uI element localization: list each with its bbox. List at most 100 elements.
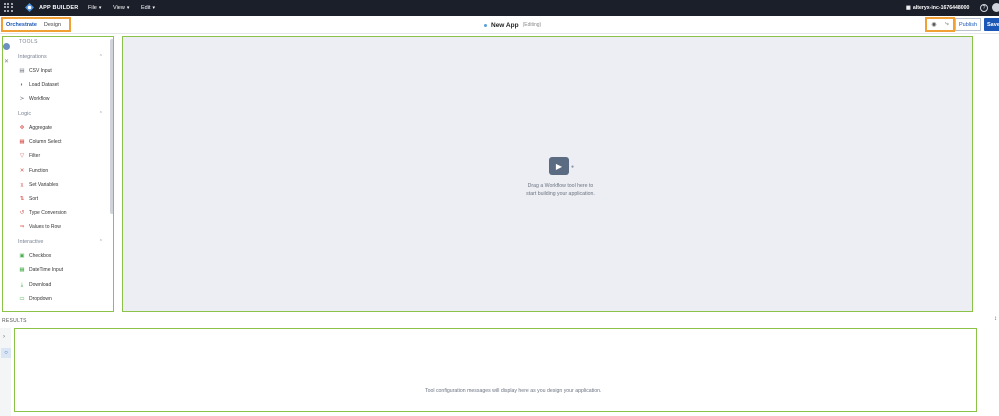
tab-design[interactable]: Design: [44, 22, 61, 28]
editor-header: Orchestrate Design New App (Editing) ◉ ⤷…: [0, 16, 999, 34]
tool-csv-input[interactable]: ▤ CSV Input: [19, 68, 52, 74]
workflow-icon: ≻: [19, 96, 25, 102]
values-to-row-icon: ⇒: [19, 224, 25, 230]
save-button[interactable]: Save: [984, 18, 999, 31]
tool-label: Function: [29, 168, 49, 174]
chevron-down-icon: ▾: [98, 4, 102, 11]
tool-label: Column Select: [29, 139, 62, 145]
workflow-canvas[interactable]: ▶ ● Drag a Workflow tool here to start b…: [122, 36, 973, 312]
workflow-badge-icon: ●: [571, 164, 575, 170]
collapse-results-icon[interactable]: ↕: [994, 316, 997, 322]
share-icon[interactable]: ⤷: [945, 21, 948, 28]
results-message: Tool configuration messages will display…: [425, 388, 602, 394]
type-conversion-icon: ↺: [19, 210, 25, 216]
datetime-input-icon: ▦: [19, 267, 25, 273]
org-grid-icon: ▦: [906, 5, 911, 11]
tool-load-dataset[interactable]: ◐ Load Dataset: [19, 82, 59, 88]
csv-input-icon: ▤: [19, 68, 25, 74]
function-icon: ✕: [19, 168, 25, 174]
top-navigation-bar: APP BUILDER File ▾ View ▾ Edit ▾ ▦ alter…: [0, 0, 999, 16]
download-icon: ⤓: [20, 282, 24, 288]
sort-icon: ⇅: [19, 196, 25, 202]
tool-label: Checkbox: [29, 253, 52, 259]
app-title[interactable]: New App: [491, 22, 519, 29]
app-status-dot-icon: [484, 23, 487, 27]
menu-edit-label: Edit: [141, 4, 151, 11]
app-switcher-grid-icon[interactable]: [4, 3, 13, 12]
results-panel: Tool configuration messages will display…: [14, 328, 977, 412]
chevron-down-icon: ▾: [126, 4, 130, 11]
tool-dropdown[interactable]: ▭ Dropdown: [19, 296, 52, 302]
chevron-right-icon[interactable]: ›: [3, 334, 5, 340]
tool-set-variables[interactable]: χ Set Variables: [19, 182, 59, 188]
tool-workflow[interactable]: ≻ Workflow: [19, 96, 50, 102]
tool-label: Load Dataset: [29, 82, 59, 88]
tool-label: Workflow: [29, 96, 50, 102]
aggregate-icon: ✥: [19, 125, 25, 131]
chevron-down-icon: ▾: [152, 4, 155, 11]
tool-function[interactable]: ✕ Function: [19, 168, 49, 174]
canvas-hint-line2: start building your application.: [526, 191, 595, 197]
section-logic[interactable]: Logic ⌃: [18, 111, 103, 117]
preview-eye-icon[interactable]: ◉: [931, 21, 936, 28]
tool-label: CSV Input: [29, 68, 52, 74]
chevron-up-icon: ⌃: [98, 111, 103, 117]
chevron-up-icon: ⌃: [98, 239, 103, 245]
tool-download[interactable]: ⤓ Download: [19, 282, 51, 288]
tool-label: Aggregate: [29, 125, 53, 131]
tool-checkbox[interactable]: ▣ Checkbox: [19, 253, 51, 259]
section-label: Logic: [18, 111, 32, 117]
tool-label: Type Conversion: [29, 210, 67, 216]
org-name: alteryx-inc-1676448000: [912, 5, 970, 11]
canvas-hint: Drag a Workflow tool here to start build…: [503, 182, 618, 198]
checkbox-icon: ▣: [19, 253, 25, 259]
tool-column-select[interactable]: ▦ Column Select: [19, 139, 62, 145]
set-variables-icon: χ: [20, 182, 24, 188]
results-header: RESULTS: [2, 318, 27, 324]
load-dataset-icon: ◐: [20, 82, 24, 88]
messages-icon[interactable]: ○: [1, 348, 11, 358]
collapse-panel-icon[interactable]: [3, 43, 10, 50]
tab-orchestrate[interactable]: Orchestrate: [6, 22, 37, 28]
tool-label: DateTime Input: [29, 267, 63, 273]
tool-label: Download: [29, 282, 52, 288]
org-switcher[interactable]: ▦ alteryx-inc-1676448000: [906, 5, 969, 11]
filter-icon: ▽: [19, 153, 25, 159]
tool-label: Set Variables: [29, 182, 59, 188]
tool-filter[interactable]: ▽ Filter: [19, 153, 40, 159]
tool-label: Dropdown: [29, 296, 52, 302]
edit-status: (Editing): [522, 22, 542, 28]
tool-sort[interactable]: ⇅ Sort: [19, 196, 38, 202]
tools-header: TOOLS: [19, 39, 38, 45]
close-icon[interactable]: ✕: [4, 58, 9, 65]
app-name: APP BUILDER: [39, 5, 79, 11]
tools-scrollbar[interactable]: [110, 39, 113, 214]
section-integrations[interactable]: Integrations ⌃: [18, 54, 103, 60]
chevron-up-icon: ⌃: [98, 54, 103, 60]
user-avatar[interactable]: [992, 3, 999, 12]
tools-panel: ✕ TOOLS Integrations ⌃ ▤ CSV Input ◐ Loa…: [2, 36, 114, 312]
tool-aggregate[interactable]: ✥ Aggregate: [19, 125, 52, 131]
menu-file[interactable]: File ▾: [88, 5, 101, 11]
tool-label: Filter: [29, 153, 41, 159]
header-action-icons: ◉ ⤷: [925, 17, 955, 32]
menu-view[interactable]: View ▾: [113, 5, 129, 11]
canvas-hint-line1: Drag a Workflow tool here to: [527, 183, 594, 189]
tool-label: Values to Row: [29, 224, 61, 230]
column-select-icon: ▦: [19, 139, 25, 145]
publish-button[interactable]: Publish: [955, 18, 981, 31]
tool-values-to-row[interactable]: ⇒ Values to Row: [19, 224, 61, 230]
section-interactive[interactable]: Interactive ⌃: [18, 239, 103, 245]
section-label: Integrations: [18, 54, 47, 60]
tool-datetime-input[interactable]: ▦ DateTime Input: [19, 267, 63, 273]
help-icon[interactable]: ?: [980, 3, 988, 12]
menu-view-label: View: [113, 4, 125, 11]
tool-label: Sort: [29, 196, 39, 202]
menu-edit[interactable]: Edit ▾: [141, 5, 155, 11]
mode-tabs: Orchestrate Design: [1, 17, 71, 32]
workflow-play-icon: ▶: [549, 157, 569, 175]
tool-type-conversion[interactable]: ↺ Type Conversion: [19, 210, 67, 216]
dropdown-icon: ▭: [19, 296, 25, 302]
app-title-area: New App (Editing): [484, 22, 541, 29]
app-builder-logo-icon: [25, 3, 34, 12]
